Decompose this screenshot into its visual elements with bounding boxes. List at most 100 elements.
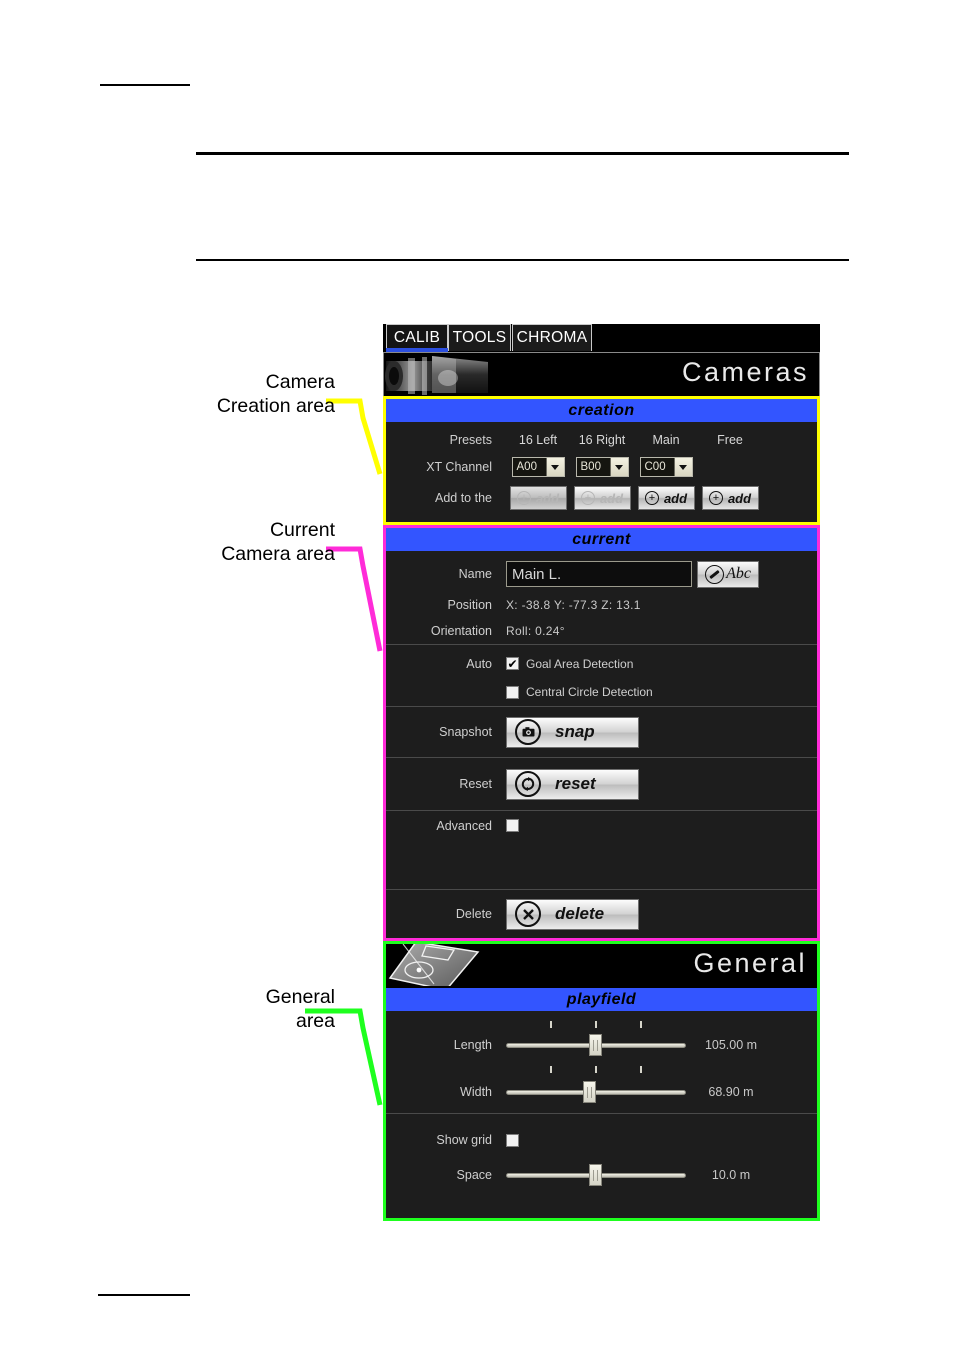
width-slider[interactable] (506, 1081, 686, 1103)
tab-calib-label: CALIB (393, 329, 441, 346)
plus-circle-icon: + (708, 491, 723, 505)
width-value: 68.90 m (708, 1085, 754, 1099)
preset-main: Main (652, 433, 680, 447)
central-circle-detection-option[interactable]: Central Circle Detection (506, 685, 653, 699)
position-row: Position X: -38.8 Y: -77.3 Z: 13.1 (386, 592, 817, 618)
add-button-main[interactable]: + add (637, 486, 695, 510)
space-label: Space (456, 1168, 492, 1182)
add-button-label: add (599, 490, 624, 506)
slider-track[interactable] (506, 1090, 686, 1095)
delete-button[interactable]: delete (506, 898, 639, 930)
x-glyph (522, 908, 534, 920)
page-header-rule (196, 152, 849, 155)
position-label: Position (447, 598, 492, 612)
xt-channel-slot-2: B00 (570, 457, 634, 477)
xt-channel-select-a[interactable]: A00 (511, 457, 565, 477)
chevron-down-icon[interactable] (545, 458, 564, 476)
delete-row: Delete delete (386, 890, 817, 938)
tab-tools-label: TOOLS (452, 329, 507, 346)
creation-bar-label: creation (386, 399, 817, 422)
width-row: Width 68.90 m (386, 1077, 817, 1107)
xt-channel-value-a: A00 (516, 461, 537, 473)
width-slider-ticks (506, 1065, 686, 1074)
refresh-icon (515, 771, 541, 797)
space-slider[interactable] (506, 1164, 686, 1186)
reset-row: Reset reset (386, 758, 817, 810)
auto-row-2: Central Circle Detection (386, 678, 817, 706)
reset-button-label: reset (555, 774, 596, 793)
chevron-down-icon[interactable] (609, 458, 628, 476)
presets-row: Presets 16 Left 16 Right Main Free (386, 428, 817, 452)
creation-panel: Presets 16 Left 16 Right Main Free XT Ch… (386, 422, 817, 522)
position-value: X: -38.8 Y: -77.3 Z: 13.1 (506, 598, 641, 612)
current-bar-label: current (386, 528, 817, 551)
callout-general-area: General area (265, 986, 335, 1032)
close-circle-icon (515, 901, 541, 927)
current-panel: Name Main L. Abc Position X: -38.8 Y: -7… (386, 551, 817, 938)
xt-channel-select-b[interactable]: B00 (575, 457, 629, 477)
add-slot-free: + add (698, 486, 762, 510)
width-label: Width (460, 1085, 492, 1099)
tab-tools[interactable]: TOOLS (448, 324, 511, 351)
add-to-the-label: Add to the (435, 491, 492, 505)
show-grid-label: Show grid (436, 1133, 492, 1147)
name-label: Name (458, 567, 492, 581)
tab-bar: CALIB TOOLS CHROMA (383, 324, 820, 352)
advanced-checkbox[interactable] (506, 819, 519, 832)
xt-channel-label: XT Channel (426, 460, 492, 474)
tab-calib[interactable]: CALIB (386, 324, 448, 352)
space-row: Space 10.0 m (386, 1158, 817, 1192)
calibration-application-window: CALIB TOOLS CHROMA Cameras creation Pres… (383, 324, 820, 1221)
goal-area-detection-option[interactable]: ✔ Goal Area Detection (506, 657, 633, 671)
slider-thumb[interactable] (589, 1034, 602, 1056)
pencil-icon (705, 564, 725, 584)
page-header-rule-short (100, 84, 190, 86)
camera-glyph (522, 727, 534, 737)
camera-photo-icon (384, 353, 512, 395)
snapshot-row: Snapshot snap (386, 707, 817, 757)
xt-channel-select-c[interactable]: C00 (639, 457, 693, 477)
show-grid-row: Show grid (386, 1114, 817, 1158)
presets-label: Presets (449, 433, 492, 447)
add-slot-main: + add (634, 486, 698, 510)
auto-label: Auto (466, 656, 492, 671)
preset-16-right: 16 Right (578, 433, 626, 447)
chevron-down-icon[interactable] (673, 458, 692, 476)
orientation-value: Roll: 0.24° (506, 624, 565, 638)
space-value: 10.0 m (711, 1168, 751, 1182)
snapshot-label: Snapshot (439, 725, 492, 739)
camera-name-input[interactable]: Main L. (506, 561, 692, 587)
length-label: Length (453, 1038, 492, 1052)
snap-button[interactable]: snap (506, 716, 639, 748)
length-slider[interactable] (506, 1034, 686, 1056)
page-subheader-rule (196, 259, 849, 261)
reset-button[interactable]: reset (506, 768, 639, 800)
delete-button-label: delete (555, 904, 605, 923)
callout-current-camera-area: Current Camera area (221, 519, 335, 565)
general-title: General (693, 948, 807, 978)
panel-bottom-spacer (386, 1192, 817, 1218)
checkbox-checked-icon[interactable]: ✔ (506, 657, 519, 670)
current-camera-area: current Name Main L. Abc Position X: -38… (383, 525, 820, 941)
add-button-16-left[interactable]: + add (509, 486, 567, 510)
length-slider-ticks (506, 1020, 686, 1029)
length-value: 105.00 m (704, 1038, 758, 1052)
camera-icon (515, 719, 541, 745)
show-grid-checkbox[interactable] (506, 1133, 519, 1147)
name-row: Name Main L. Abc (386, 551, 817, 592)
callout-camera-creation-area: Camera Creation area (216, 371, 335, 417)
slider-thumb[interactable] (589, 1164, 602, 1186)
slider-thumb[interactable] (583, 1081, 596, 1103)
camera-creation-area: creation Presets 16 Left 16 Right Main F… (383, 396, 820, 525)
advanced-row: Advanced (386, 811, 817, 889)
rename-button-label: Abc (726, 565, 751, 582)
add-button-free[interactable]: + add (701, 486, 759, 510)
delete-label: Delete (455, 907, 492, 921)
xt-channel-slot-1: A00 (506, 457, 570, 477)
checkbox-icon[interactable] (506, 685, 519, 699)
tab-chroma[interactable]: CHROMA (512, 324, 592, 351)
general-area: General playfield Length 105.00 m Width … (383, 941, 820, 1221)
add-button-16-right[interactable]: + add (573, 486, 631, 510)
rename-button[interactable]: Abc (697, 560, 759, 588)
xt-channel-row: XT Channel A00 B00 C00 (386, 452, 817, 482)
